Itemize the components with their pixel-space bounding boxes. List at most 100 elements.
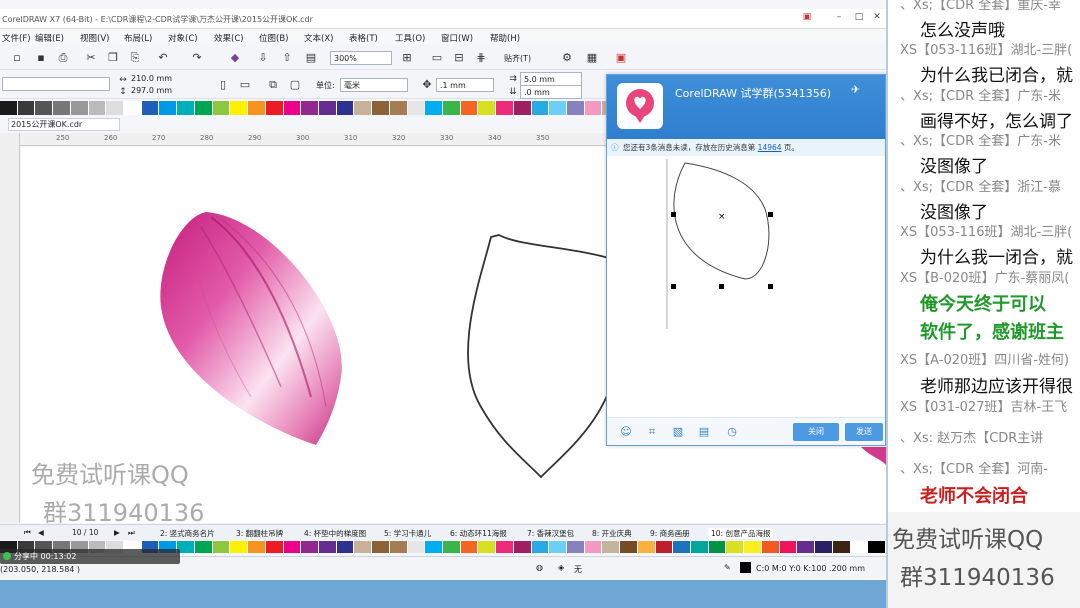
color-swatch[interactable]: [248, 541, 266, 553]
color-swatch[interactable]: [584, 101, 603, 115]
petal-outline-curve[interactable]: [467, 234, 622, 479]
color-swatch[interactable]: [815, 541, 833, 553]
page-tab-3[interactable]: 3: 翻翻柱吊牌: [236, 528, 283, 539]
color-swatch[interactable]: [407, 101, 426, 115]
menu-tools[interactable]: 工具(O): [395, 32, 425, 44]
zoom-fit-icon[interactable]: ⊞: [400, 51, 414, 65]
zoom-level-select[interactable]: 300%: [330, 51, 392, 65]
color-swatch[interactable]: [318, 101, 337, 115]
file-icon[interactable]: ▤: [697, 425, 711, 439]
color-swatch[interactable]: [35, 101, 54, 115]
color-swatch[interactable]: [442, 101, 461, 115]
nudge-distance-field[interactable]: .1 mm: [436, 78, 494, 92]
qq-group-chat-window[interactable]: CorelDRAW 试学群(5341356) ✈ ⓘ 您还有3条消息未读，存放在…: [606, 74, 886, 446]
color-swatch[interactable]: [425, 101, 443, 115]
color-swatch[interactable]: [336, 541, 355, 553]
color-swatch[interactable]: [230, 101, 249, 115]
color-swatch[interactable]: [230, 541, 249, 553]
portrait-icon[interactable]: ▯: [216, 78, 230, 92]
color-swatch[interactable]: [106, 101, 125, 115]
new-icon[interactable]: ▫: [10, 51, 24, 65]
color-swatch[interactable]: [212, 541, 231, 553]
emoji-icon[interactable]: ☺: [619, 425, 633, 439]
color-swatch[interactable]: [726, 541, 745, 553]
color-swatch[interactable]: [602, 541, 621, 553]
cut-icon[interactable]: ✂: [84, 51, 98, 65]
pink-petal-image[interactable]: [160, 212, 342, 445]
last-page-button[interactable]: ⏭: [128, 528, 135, 538]
color-swatch[interactable]: [212, 101, 231, 115]
minimize-icon[interactable]: –: [832, 12, 846, 24]
color-swatch[interactable]: [549, 101, 567, 115]
color-swatch[interactable]: [637, 541, 656, 553]
color-swatch[interactable]: [265, 541, 284, 553]
history-clock-icon[interactable]: ◷: [725, 425, 739, 439]
color-swatch[interactable]: [177, 101, 195, 115]
color-swatch[interactable]: [496, 101, 514, 115]
color-swatch[interactable]: [159, 101, 178, 115]
menu-view[interactable]: 视图(V): [80, 32, 109, 44]
menu-layout[interactable]: 布局(L): [124, 32, 152, 44]
color-swatch[interactable]: [868, 541, 886, 553]
color-swatch[interactable]: [248, 101, 266, 115]
color-swatch[interactable]: [513, 101, 532, 115]
duplicate-x-field[interactable]: 5.0 mm: [520, 72, 582, 86]
color-swatch[interactable]: [318, 541, 337, 553]
app-launcher-icon[interactable]: ▦: [585, 51, 599, 65]
color-swatch[interactable]: [354, 101, 373, 115]
current-page-icon[interactable]: ▢: [288, 78, 302, 92]
color-swatch[interactable]: [478, 101, 497, 115]
color-swatch[interactable]: [549, 541, 567, 553]
color-swatch[interactable]: [194, 541, 213, 553]
color-swatch[interactable]: [567, 101, 585, 115]
menu-table[interactable]: 表格(T): [349, 32, 378, 44]
color-swatch[interactable]: [442, 541, 461, 553]
first-page-button[interactable]: ⏮: [24, 528, 31, 538]
document-tab[interactable]: 2015公开课OK.cdr: [8, 118, 120, 131]
page-tab-2[interactable]: 2: 竖式商务名片: [160, 528, 215, 539]
color-swatch[interactable]: [301, 101, 319, 115]
color-swatch[interactable]: [17, 101, 36, 115]
page-tab-5[interactable]: 5: 学习卡通儿: [384, 528, 431, 539]
page-tab-9[interactable]: 9: 商务画册: [650, 528, 690, 539]
options-icon[interactable]: ⚙: [560, 51, 574, 65]
unit-select[interactable]: 毫米: [340, 78, 408, 92]
color-swatch[interactable]: [460, 541, 479, 553]
color-swatch[interactable]: [407, 541, 426, 553]
color-swatch[interactable]: [389, 541, 408, 553]
publish-pdf-icon[interactable]: ▤: [304, 51, 318, 65]
rulers-icon[interactable]: ⊟: [452, 51, 466, 65]
send-button[interactable]: 发送: [845, 423, 883, 441]
color-swatch[interactable]: [336, 101, 355, 115]
save-icon[interactable]: ▪: [34, 51, 48, 65]
grid-icon[interactable]: ⋕: [474, 51, 488, 65]
color-swatch[interactable]: [584, 541, 603, 553]
all-pages-icon[interactable]: ⧉: [266, 78, 280, 92]
group-avatar[interactable]: [617, 83, 663, 129]
page-tab-4[interactable]: 4: 杯垫中的梯度图: [304, 528, 366, 539]
color-swatch[interactable]: [283, 541, 302, 553]
color-swatch[interactable]: [70, 101, 89, 115]
color-swatch[interactable]: [531, 101, 550, 115]
menu-edit[interactable]: 编辑(E): [35, 32, 64, 44]
color-swatch[interactable]: [797, 541, 816, 553]
color-swatch[interactable]: [194, 101, 213, 115]
search-content-icon[interactable]: ◆: [228, 51, 242, 65]
landscape-icon[interactable]: ▭: [238, 78, 252, 92]
page-tab-10[interactable]: 10: 创意产品海报: [708, 528, 774, 539]
shared-screenshot-image[interactable]: ×: [625, 159, 795, 329]
full-screen-icon[interactable]: ▭: [430, 51, 444, 65]
menu-help[interactable]: 帮助(H): [490, 32, 520, 44]
color-swatch[interactable]: [850, 541, 869, 553]
color-swatch[interactable]: [124, 101, 142, 115]
color-swatch[interactable]: [301, 541, 319, 553]
color-swatch[interactable]: [620, 541, 638, 553]
page-tab-7[interactable]: 7: 香辣汉堡包: [527, 528, 574, 539]
color-swatch[interactable]: [496, 541, 514, 553]
color-swatch[interactable]: [655, 541, 674, 553]
group-menu-icon[interactable]: ✈: [851, 83, 860, 96]
print-icon[interactable]: ⎙: [56, 51, 70, 65]
duplicate-y-field[interactable]: .0 mm: [520, 85, 582, 99]
page-height-field[interactable]: 297.0 mm: [128, 84, 198, 98]
color-swatch[interactable]: [354, 541, 373, 553]
